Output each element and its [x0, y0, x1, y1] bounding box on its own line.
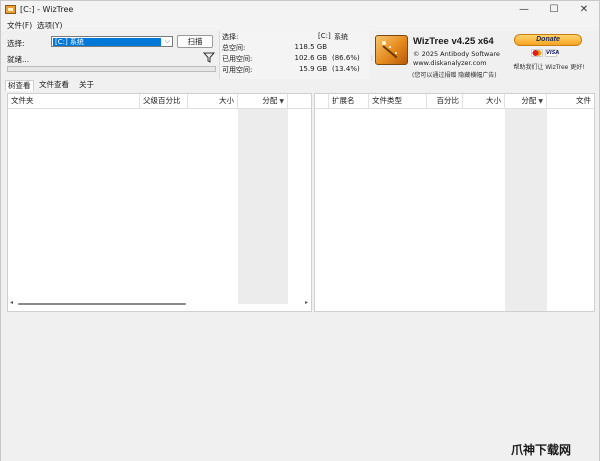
watermark: 爪神下载网	[511, 441, 571, 458]
col-allocated[interactable]: 分配 ▼	[238, 94, 288, 108]
col-allocated-label: 分配	[262, 96, 278, 105]
close-button[interactable]: ✕	[569, 1, 599, 19]
scrollbar-thumb[interactable]	[18, 303, 186, 305]
donate-button[interactable]: Donate	[514, 34, 582, 46]
chevron-down-icon[interactable]: ⌵	[165, 37, 170, 46]
sort-desc-icon: ▼	[279, 98, 284, 105]
col-color[interactable]	[315, 94, 329, 108]
treemap-area[interactable]	[1, 313, 599, 461]
extension-grid[interactable]: 扩展名 文件类型 百分比 大小 分配 ▼ 文件	[314, 93, 595, 312]
filter-icon[interactable]	[203, 52, 215, 63]
folder-grid-header: 文件夹 父级百分比 大小 分配 ▼	[8, 94, 311, 109]
free-space-row: 可用空间: 15.9 GB (13.4%)	[222, 65, 368, 75]
drive-select-value: [C:] 系统	[53, 38, 161, 46]
col-percent[interactable]: 百分比	[427, 94, 463, 108]
drive-letter: [C:]	[318, 32, 331, 40]
visa-icon: VISA	[545, 49, 560, 57]
total-value: 118.5 GB	[294, 43, 328, 51]
col-ext-allocated-label: 分配	[521, 96, 537, 105]
view-tabs: 树查看 文件查看 关于	[1, 79, 599, 92]
folder-tree-grid[interactable]: 文件夹 父级百分比 大小 分配 ▼ ◂ ▸	[7, 93, 312, 312]
minimize-button[interactable]: —	[509, 1, 539, 19]
total-space-row: 总空间: 118.5 GB	[222, 43, 368, 53]
title-bar: [C:] - WizTree — ☐ ✕	[1, 1, 599, 19]
tab-file-view[interactable]: 文件查看	[37, 80, 71, 91]
status-text: 就绪...	[7, 55, 30, 64]
used-percent: (86.6%)	[332, 54, 360, 62]
sorted-column-shade	[238, 109, 288, 304]
donate-panel: Donate VISA 帮助我们让 WizTree 更好!	[509, 32, 589, 77]
col-extension[interactable]: 扩展名	[329, 94, 369, 108]
col-ext-allocated[interactable]: 分配 ▼	[505, 94, 547, 108]
watermark-text: 爪神下载网	[511, 443, 572, 457]
col-size[interactable]: 大小	[188, 94, 238, 108]
col-file-type[interactable]: 文件类型	[369, 94, 427, 108]
donate-hint: 帮助我们让 WizTree 更好!	[513, 64, 585, 71]
menu-file[interactable]: 文件(F)	[7, 20, 32, 31]
col-folder[interactable]: 文件夹	[8, 94, 140, 108]
col-ext-size[interactable]: 大小	[463, 94, 505, 108]
drive-select[interactable]: [C:] 系统 ⌵	[51, 36, 173, 47]
sort-desc-icon: ▼	[538, 98, 543, 105]
about-hint: (您可以通过捐赠 隐藏横幅广告)	[412, 72, 497, 79]
maximize-button[interactable]: ☐	[539, 1, 569, 19]
about-copyright: © 2025 Antibody Software	[413, 50, 500, 58]
scan-button[interactable]: 扫描	[177, 35, 213, 48]
col-files[interactable]: 文件	[547, 94, 594, 108]
select-label: 选择:	[7, 39, 25, 48]
payment-cards: VISA	[531, 49, 571, 58]
total-label: 总空间:	[222, 44, 246, 52]
about-url[interactable]: www.diskanalyzer.com	[413, 59, 487, 67]
used-space-row: 已用空间: 102.6 GB (86.6%)	[222, 54, 368, 64]
scan-progress-bar	[7, 66, 216, 72]
mastercard-icon	[531, 49, 543, 57]
wiztree-app-icon	[5, 5, 16, 14]
tab-tree-view[interactable]: 树查看	[5, 80, 34, 91]
menu-options[interactable]: 选项(Y)	[37, 20, 62, 31]
about-title: WizTree v4.25 x64	[413, 36, 494, 47]
scroll-left-icon[interactable]: ◂	[10, 299, 13, 306]
col-parent-percent[interactable]: 父级百分比	[140, 94, 188, 108]
free-percent: (13.4%)	[332, 65, 360, 73]
top-panel: 选择: [C:] 系统 ⌵ 扫描 就绪... 选择: [C:] 系统 总空间: …	[1, 31, 599, 79]
sorted-column-shade	[505, 109, 547, 311]
menu-bar: 文件(F) 选项(Y)	[1, 19, 599, 31]
drive-name: 系统	[334, 33, 348, 41]
tab-about[interactable]: 关于	[77, 80, 96, 91]
extension-grid-header: 扩展名 文件类型 百分比 大小 分配 ▼ 文件	[315, 94, 594, 109]
window-title: [C:] - WizTree	[20, 5, 74, 14]
wiztree-logo-icon	[375, 35, 408, 65]
used-value: 102.6 GB	[294, 54, 328, 62]
app-window: [C:] - WizTree — ☐ ✕ 文件(F) 选项(Y) 选择: [C:…	[0, 0, 600, 461]
scroll-right-icon[interactable]: ▸	[305, 299, 308, 306]
free-value: 15.9 GB	[298, 65, 327, 73]
horizontal-scrollbar[interactable]: ◂ ▸	[10, 299, 308, 307]
about-banner[interactable]: WizTree v4.25 x64 © 2025 Antibody Softwa…	[373, 33, 507, 79]
free-label: 可用空间:	[222, 66, 253, 74]
drive-info-panel: 选择: [C:] 系统 总空间: 118.5 GB 已用空间: 102.6 GB…	[219, 31, 369, 79]
used-label: 已用空间:	[222, 55, 253, 63]
drive-select-row: 选择: [C:] 系统	[222, 32, 368, 42]
drive-info-select-label: 选择:	[222, 33, 239, 41]
